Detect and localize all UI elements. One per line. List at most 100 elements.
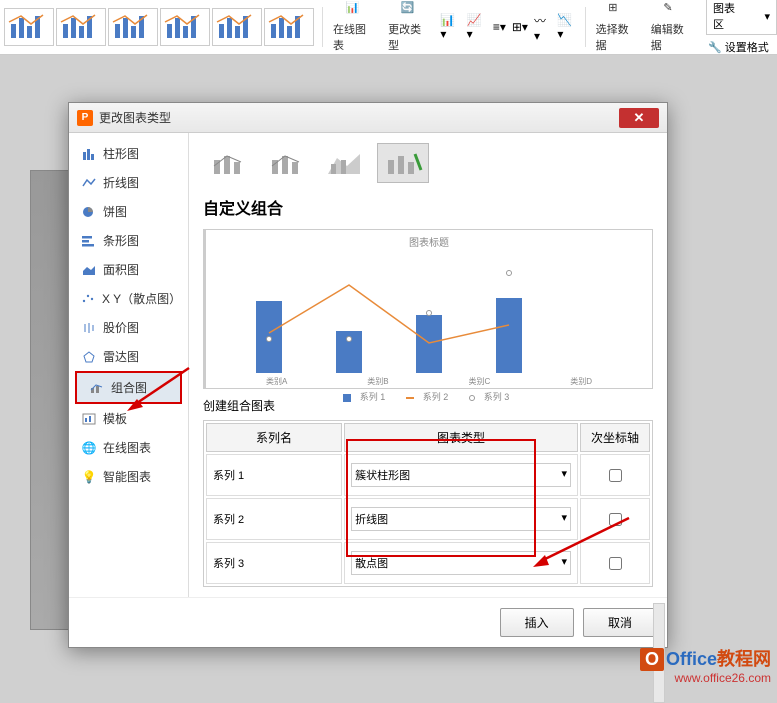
chevron-down-icon: ▾ [561, 467, 567, 483]
change-type-icon: 🔄 [401, 1, 419, 19]
axis-dropdown-icon[interactable]: ≡▾ [490, 18, 509, 36]
combo-subtype-2[interactable] [261, 143, 313, 183]
sidebar-item-area[interactable]: 面积图 [69, 255, 188, 284]
column-chart-icon [81, 147, 97, 161]
category-label: 类别A [266, 376, 287, 387]
line-dropdown-icon[interactable]: 📈▾ [464, 11, 490, 43]
style-thumb-3[interactable] [108, 8, 158, 46]
sidebar-item-line[interactable]: 折线图 [69, 168, 188, 197]
edit-data-label: 编辑数据 [651, 21, 694, 53]
header-chart-type: 图表类型 [344, 423, 578, 452]
legend-s3: 系列 3 [484, 392, 510, 402]
sidebar-item-scatter[interactable]: X Y（散点图） [69, 284, 188, 313]
series-name-cell: 系列 2 [206, 498, 342, 540]
bar-dropdown-icon[interactable]: 📊▾ [437, 11, 463, 43]
sidebar-item-label: 模板 [103, 410, 127, 427]
line-chart-icon [81, 176, 97, 190]
set-format-label: 设置格式 [725, 42, 769, 54]
radar-chart-icon [81, 350, 97, 364]
online-chart-button[interactable]: 📊 在线图表 [327, 0, 382, 56]
select-data-label: 选择数据 [596, 21, 639, 53]
series-name-cell: 系列 1 [206, 454, 342, 496]
sidebar-item-label: 折线图 [103, 174, 139, 191]
sidebar-item-stock[interactable]: 股价图 [69, 313, 188, 342]
style-thumb-2[interactable] [56, 8, 106, 46]
chart-legend: 系列 1 系列 2 系列 3 [206, 387, 652, 406]
legend-s2: 系列 2 [423, 392, 449, 402]
chart-style-thumbnails [0, 4, 318, 50]
chevron-down-icon: ▾ [561, 511, 567, 527]
cancel-button[interactable]: 取消 [583, 608, 657, 637]
select-value: 散点图 [355, 555, 388, 571]
watermark-url: www.office26.com [640, 671, 771, 685]
edit-data-button[interactable]: ✎ 编辑数据 [645, 0, 700, 56]
stock-chart-icon [81, 321, 97, 335]
series-row: 系列 1 簇状柱形图▾ [206, 454, 650, 496]
sidebar-item-label: X Y（散点图） [102, 290, 176, 307]
header-secondary-axis: 次坐标轴 [580, 423, 650, 452]
set-format-button[interactable]: 🔧 设置格式 [700, 37, 777, 57]
combo-subtype-1[interactable] [203, 143, 255, 183]
sidebar-item-column[interactable]: 柱形图 [69, 139, 188, 168]
online-chart-icon: 🌐 [81, 441, 97, 455]
chart-type-select[interactable]: 散点图 ▾ [351, 551, 571, 575]
smart-chart-icon: 💡 [81, 470, 97, 484]
watermark-icon: O [640, 648, 664, 671]
trend-dropdown-icon[interactable]: 📉▾ [554, 11, 580, 43]
close-icon: ✕ [634, 110, 645, 126]
insert-button[interactable]: 插入 [500, 608, 574, 637]
online-chart-label: 在线图表 [333, 21, 376, 53]
sidebar-item-online[interactable]: 🌐 在线图表 [69, 433, 188, 462]
chart-preview-title: 图表标题 [206, 230, 652, 253]
sidebar-item-label: 面积图 [103, 261, 139, 278]
change-type-label: 更改类型 [388, 21, 431, 53]
sidebar-item-label: 组合图 [111, 379, 147, 396]
series-config-table: 系列名 图表类型 次坐标轴 系列 1 簇状柱形图▾ 系列 2 [203, 420, 653, 587]
series-dropdown-icon[interactable]: 〰▾ [531, 10, 554, 45]
sidebar-item-bar[interactable]: 条形图 [69, 226, 188, 255]
sidebar-item-label: 智能图表 [103, 468, 151, 485]
change-type-button[interactable]: 🔄 更改类型 [382, 0, 437, 56]
chart-area-dropdown[interactable]: 图表区 ▾ [706, 0, 777, 35]
chevron-down-icon: ▾ [561, 555, 567, 571]
sidebar-item-radar[interactable]: 雷达图 [69, 342, 188, 371]
style-thumb-6[interactable] [264, 8, 314, 46]
series-row: 系列 2 折线图▾ [206, 498, 650, 540]
sidebar-item-label: 雷达图 [103, 348, 139, 365]
series-name-cell: 系列 3 [206, 542, 342, 584]
combo-subtype-3[interactable] [319, 143, 371, 183]
scatter-chart-icon [81, 292, 96, 306]
bar-chart-icon [81, 234, 97, 248]
sidebar-item-combo[interactable]: 组合图 [77, 373, 180, 402]
chart-type-select[interactable]: 折线图▾ [351, 507, 571, 531]
combo-chart-icon [89, 381, 105, 395]
sidebar-item-smart[interactable]: 💡 智能图表 [69, 462, 188, 491]
pie-chart-icon [81, 205, 97, 219]
category-label: 类别B [367, 376, 388, 387]
legend-s1: 系列 1 [360, 392, 386, 402]
sidebar-item-pie[interactable]: 饼图 [69, 197, 188, 226]
secondary-axis-checkbox[interactable] [609, 469, 622, 482]
chart-type-select[interactable]: 簇状柱形图▾ [351, 463, 571, 487]
secondary-axis-checkbox[interactable] [609, 513, 622, 526]
select-data-button[interactable]: ⊞ 选择数据 [590, 0, 645, 56]
sidebar-item-label: 在线图表 [103, 439, 151, 456]
secondary-axis-checkbox[interactable] [609, 557, 622, 570]
select-data-icon: ⊞ [608, 1, 626, 19]
style-thumb-4[interactable] [160, 8, 210, 46]
series-row: 系列 3 散点图 ▾ [206, 542, 650, 584]
dialog-title: 更改图表类型 [99, 109, 619, 126]
style-thumb-1[interactable] [4, 8, 54, 46]
sidebar-item-template[interactable]: 模板 [69, 404, 188, 433]
custom-combo-title: 自定义组合 [203, 195, 653, 219]
watermark-text1: Office [666, 649, 717, 669]
watermark-text2: 教程网 [717, 649, 771, 669]
sidebar-item-label: 条形图 [103, 232, 139, 249]
style-thumb-5[interactable] [212, 8, 262, 46]
chart-type-sidebar: 柱形图 折线图 饼图 条形图 面积图 X Y（散点图） [69, 133, 189, 597]
chart-preview-area: 类别A 类别B 类别C 类别D [226, 253, 632, 373]
close-button[interactable]: ✕ [619, 108, 659, 128]
grid-dropdown-icon[interactable]: ⊞▾ [509, 18, 531, 36]
header-series-name: 系列名 [206, 423, 342, 452]
combo-subtype-custom[interactable] [377, 143, 429, 183]
